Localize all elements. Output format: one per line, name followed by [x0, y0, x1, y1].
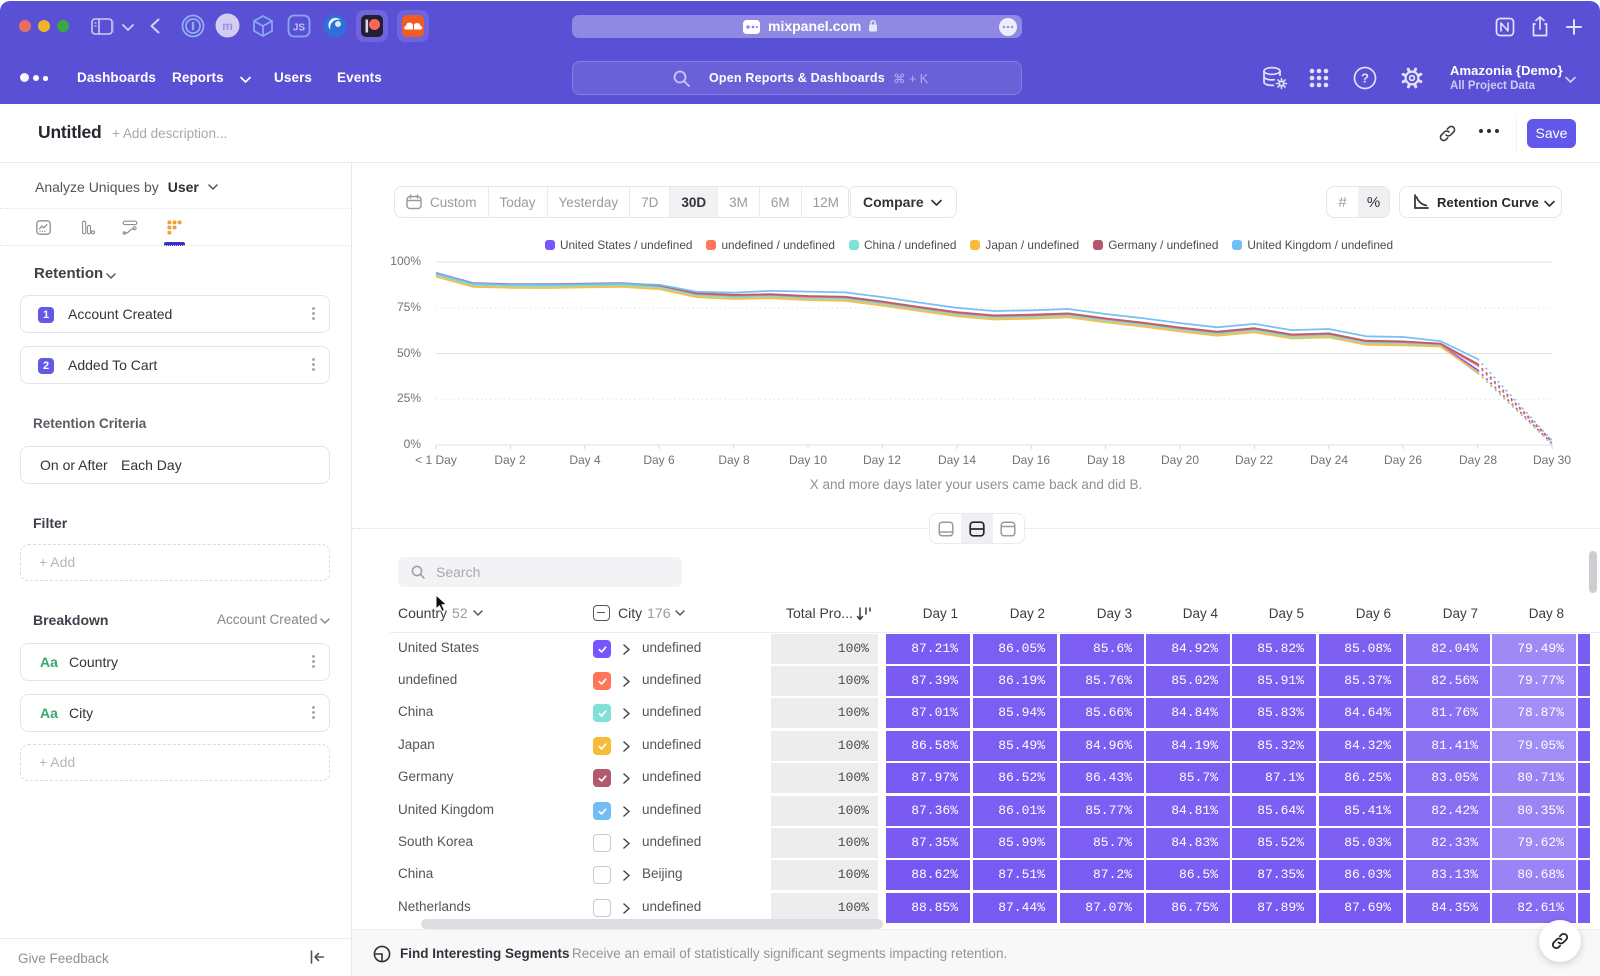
svg-text:m: m [222, 19, 233, 33]
svg-text:JS: JS [293, 23, 306, 34]
svg-text:?: ? [1361, 71, 1369, 86]
